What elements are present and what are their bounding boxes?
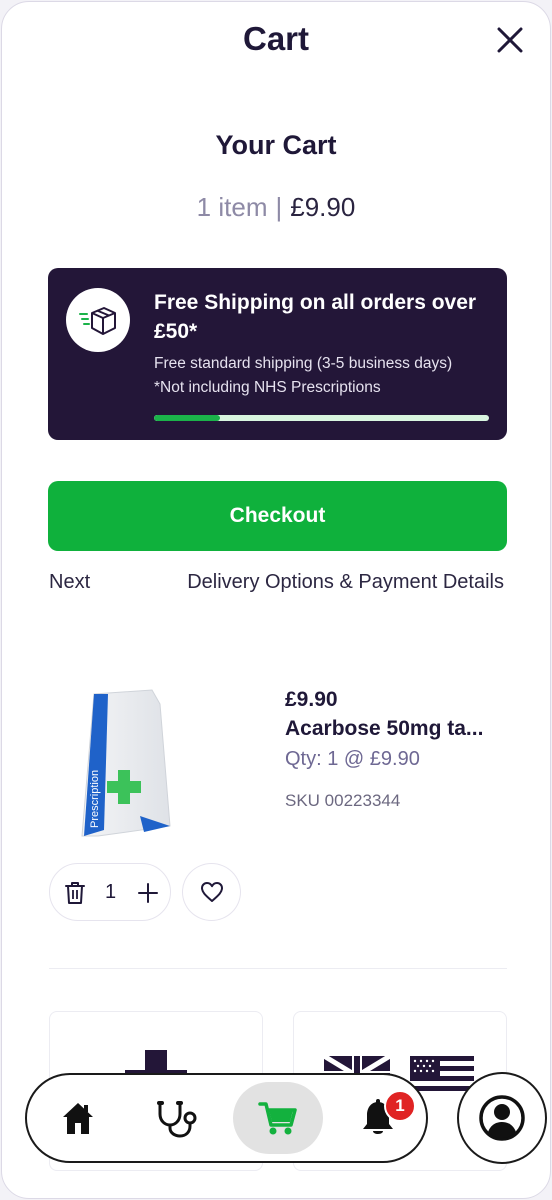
wishlist-button[interactable] [182, 863, 241, 921]
heart-icon [200, 882, 223, 902]
shipping-line-1: Free standard shipping (3-5 business day… [154, 355, 453, 372]
checkout-button[interactable]: Checkout [48, 481, 507, 551]
shipping-details: Free standard shipping (3-5 business day… [154, 352, 452, 400]
product-image[interactable]: Prescription [74, 686, 184, 846]
next-label: Next [49, 571, 91, 593]
nav-home[interactable] [53, 1075, 103, 1161]
home-icon [63, 1103, 93, 1134]
cart-total: £9.90 [290, 192, 356, 222]
delivery-box-icon [66, 288, 130, 352]
item-sku: SKU 00223344 [285, 791, 401, 810]
bottom-navigation: 1 [25, 1073, 428, 1163]
summary-separator: | [275, 192, 283, 222]
free-shipping-banner: Free Shipping on all orders over £50* Fr… [48, 268, 507, 440]
shipping-title: Free Shipping on all orders over £50* [154, 291, 477, 343]
cart-summary: 1 item | £9.90 [2, 192, 550, 223]
close-icon[interactable] [496, 26, 524, 54]
item-name[interactable]: Acarbose 50mg ta... [285, 717, 507, 741]
nav-cart[interactable] [233, 1082, 323, 1154]
page-title: Cart [242, 20, 310, 57]
cart-heading: Your Cart [215, 130, 337, 160]
quantity-value: 1 [105, 881, 117, 903]
notification-badge: 1 [384, 1090, 416, 1122]
app-frame: Cart Your Cart 1 item | £9.90 Free Shippin… [1, 1, 551, 1199]
shipping-progress-bar [154, 415, 489, 421]
product-image-label: Prescription [89, 770, 101, 828]
item-qty-text: Qty: 1 @ £9.90 [285, 748, 420, 770]
header: Cart [2, 2, 550, 80]
shipping-line-2: *Not including NHS Prescriptions [154, 379, 381, 396]
plus-icon[interactable] [136, 881, 160, 905]
account-icon [479, 1095, 525, 1141]
next-step-detail: Delivery Options & Payment Details [187, 571, 504, 593]
cart-icon [258, 1102, 297, 1135]
item-count: 1 item [196, 192, 268, 222]
account-button[interactable] [457, 1072, 547, 1164]
divider [49, 968, 507, 969]
nav-doctor[interactable] [153, 1075, 203, 1161]
item-price: £9.90 [285, 688, 338, 711]
trash-icon[interactable] [64, 881, 86, 905]
stethoscope-icon [157, 1101, 197, 1138]
shipping-progress-fill [154, 415, 221, 421]
quantity-stepper: 1 [49, 863, 171, 921]
